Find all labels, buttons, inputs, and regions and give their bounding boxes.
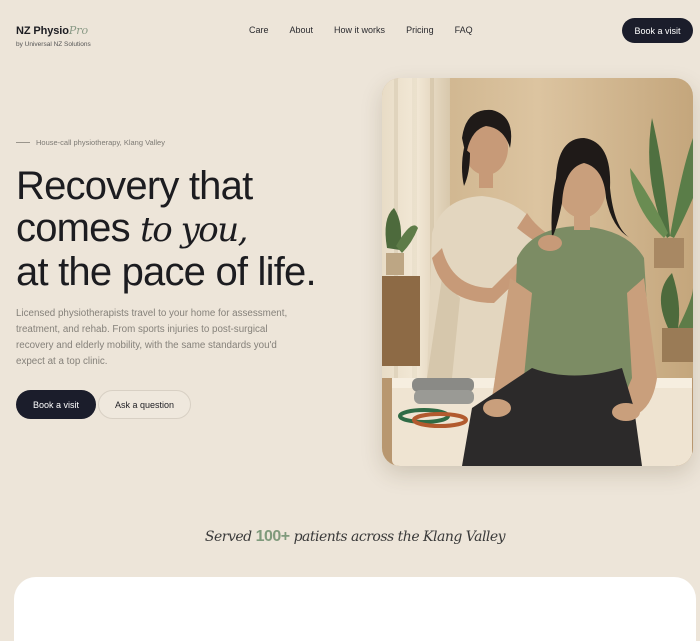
headline-line-2a: comes xyxy=(16,206,141,250)
patients-served-statement: Served 100+ patients across the Klang Va… xyxy=(0,528,700,546)
header-book-visit-button[interactable]: Book a visit xyxy=(622,18,693,43)
served-suffix: patients across the Klang Valley xyxy=(293,529,506,545)
eyebrow-divider xyxy=(16,142,30,143)
headline-line-2b: to you, xyxy=(140,210,248,250)
physio-session-illustration xyxy=(382,78,693,466)
brand-subtitle: by Universal NZ Solutions xyxy=(16,41,91,48)
next-section-card xyxy=(14,577,696,641)
served-prefix: Served xyxy=(204,529,252,545)
headline-line-3: at the pace of life. xyxy=(16,250,317,294)
ask-question-button[interactable]: Ask a question xyxy=(98,390,191,419)
nav-item-about[interactable]: About xyxy=(290,25,314,35)
eyebrow-text: House-call physiotherapy, Klang Valley xyxy=(36,138,165,147)
hero-photo xyxy=(382,78,693,466)
served-count: 100+ xyxy=(255,528,291,545)
brand-suffix: Pro xyxy=(68,24,89,37)
main-nav: Care About How it works Pricing FAQ xyxy=(249,25,473,35)
nav-item-care[interactable]: Care xyxy=(249,25,269,35)
book-visit-button[interactable]: Book a visit xyxy=(16,390,96,419)
nav-item-how-it-works[interactable]: How it works xyxy=(334,25,385,35)
nav-item-faq[interactable]: FAQ xyxy=(455,25,473,35)
hero-description: Licensed physiotherapists travel to your… xyxy=(16,308,288,367)
brand-name: NZ Physio xyxy=(16,25,69,37)
nav-item-pricing[interactable]: Pricing xyxy=(406,25,434,35)
hero-eyebrow: House-call physiotherapy, Klang Valley xyxy=(16,138,165,147)
headline-line-1: Recovery that xyxy=(16,164,253,208)
brand-logo[interactable]: NZ PhysioPro by Universal NZ Solutions xyxy=(16,21,91,48)
hero-headline: Recovery that comes to you, at the pace … xyxy=(16,165,376,293)
